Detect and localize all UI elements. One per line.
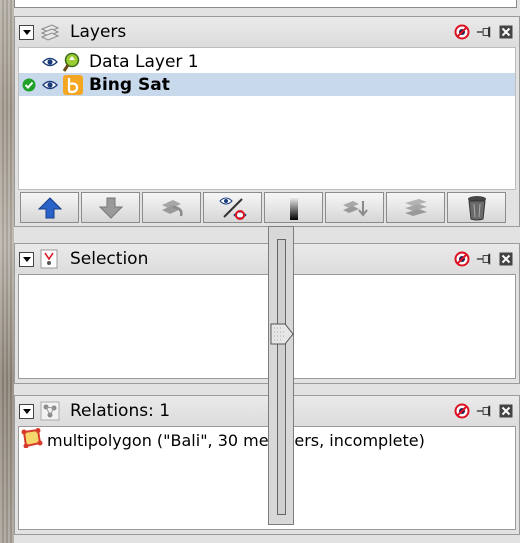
pin-icon[interactable] bbox=[476, 403, 492, 419]
merge-button[interactable] bbox=[325, 192, 384, 223]
map-view-edge[interactable] bbox=[0, 0, 14, 543]
relation-label: multipolygon ("Bali", 30 members, incomp… bbox=[47, 430, 425, 450]
layer-name: Data Layer 1 bbox=[89, 51, 199, 72]
relations-icon bbox=[40, 401, 60, 421]
collapse-icon[interactable] bbox=[19, 251, 34, 267]
layer-name: Bing Sat bbox=[89, 74, 170, 95]
data-layer-icon bbox=[61, 51, 85, 73]
activate-icon bbox=[161, 199, 183, 216]
multipolygon-icon bbox=[21, 428, 43, 452]
layers-panel-header[interactable]: Layers bbox=[15, 17, 519, 47]
help-icon[interactable] bbox=[454, 403, 470, 419]
layer-toolbar bbox=[15, 190, 519, 224]
arrow-down-icon bbox=[98, 197, 123, 219]
selection-icon bbox=[40, 249, 60, 269]
selection-panel-header[interactable]: Selection bbox=[15, 244, 519, 274]
layer-row-bing-sat[interactable]: Bing Sat bbox=[19, 73, 515, 96]
active-check-icon bbox=[19, 78, 39, 92]
pin-icon[interactable] bbox=[476, 251, 492, 267]
relation-list: multipolygon ("Bali", 30 members, incomp… bbox=[18, 426, 516, 530]
help-icon[interactable] bbox=[454, 24, 470, 40]
move-down-button[interactable] bbox=[81, 192, 140, 223]
layers-panel-title: Layers bbox=[70, 22, 127, 42]
eye-icon[interactable] bbox=[39, 80, 61, 90]
merge-icon bbox=[342, 200, 368, 217]
duplicate-button[interactable] bbox=[386, 192, 445, 223]
trash-icon bbox=[467, 195, 486, 220]
relations-panel-header[interactable]: Relations: 1 bbox=[15, 396, 519, 426]
layer-list: Data Layer 1 Bing Sat bbox=[18, 47, 516, 190]
opacity-slider-popup bbox=[268, 226, 294, 525]
eye-icon[interactable] bbox=[39, 57, 61, 67]
relations-panel-title: Relations: 1 bbox=[70, 401, 171, 421]
activate-button[interactable] bbox=[142, 192, 201, 223]
collapse-icon[interactable] bbox=[19, 403, 34, 419]
selection-list[interactable] bbox=[18, 274, 516, 379]
show-hide-icon bbox=[218, 197, 247, 220]
layer-row-data-layer-1[interactable]: Data Layer 1 bbox=[19, 50, 515, 73]
layers-icon bbox=[40, 22, 60, 42]
show-hide-button[interactable] bbox=[203, 192, 262, 223]
help-icon[interactable] bbox=[454, 251, 470, 267]
opacity-slider-thumb[interactable] bbox=[270, 323, 294, 345]
relation-item[interactable]: multipolygon ("Bali", 30 members, incomp… bbox=[19, 427, 515, 453]
bing-icon bbox=[61, 74, 85, 96]
opacity-button[interactable] bbox=[264, 192, 323, 223]
opacity-slider-track[interactable] bbox=[277, 239, 286, 515]
layers-panel: Layers Data Layer 1 Bing Sat bbox=[14, 16, 520, 227]
delete-button[interactable] bbox=[447, 192, 506, 223]
relations-panel: Relations: 1 multipolygon ("Bali", 30 me… bbox=[14, 395, 520, 535]
close-icon[interactable] bbox=[498, 403, 514, 419]
selection-panel-title: Selection bbox=[70, 249, 149, 269]
pin-icon[interactable] bbox=[476, 24, 492, 40]
move-up-button[interactable] bbox=[20, 192, 79, 223]
collapse-icon[interactable] bbox=[19, 24, 34, 40]
top-field-edge[interactable] bbox=[14, 0, 517, 8]
close-icon[interactable] bbox=[498, 24, 514, 40]
close-icon[interactable] bbox=[498, 251, 514, 267]
selection-panel: Selection bbox=[14, 243, 520, 384]
opacity-icon bbox=[289, 195, 298, 220]
duplicate-icon bbox=[404, 198, 427, 216]
arrow-up-icon bbox=[37, 196, 62, 218]
